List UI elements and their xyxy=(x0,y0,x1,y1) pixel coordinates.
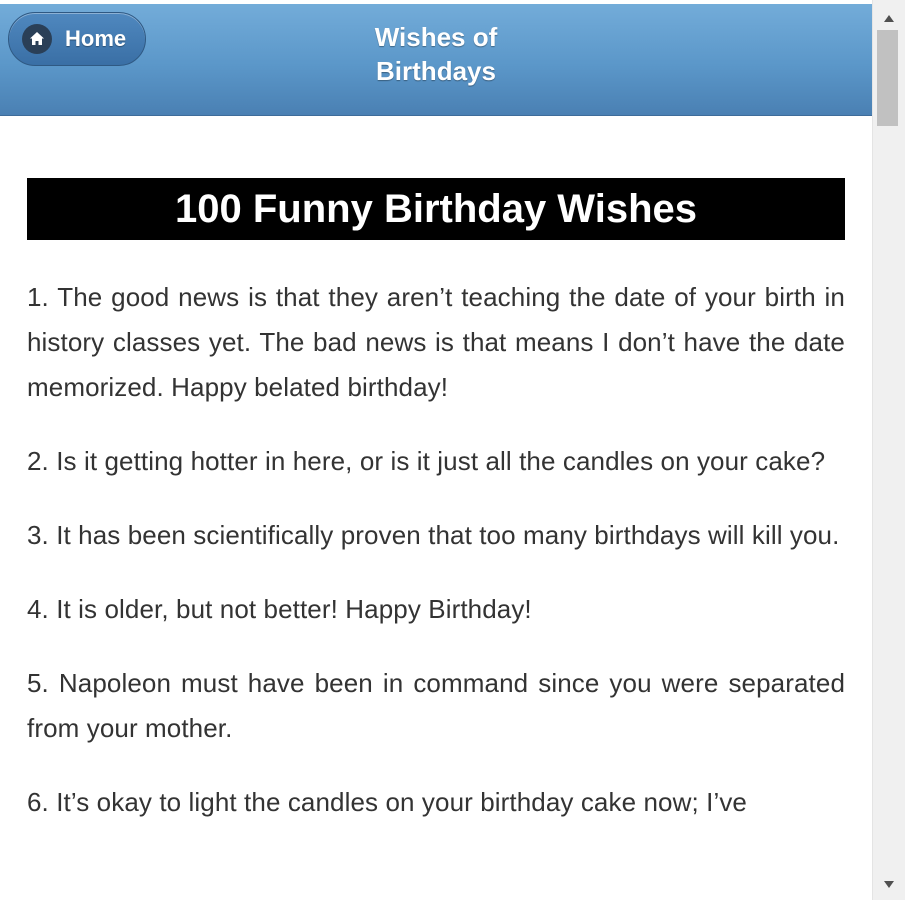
wish-item-2: 2. Is it getting hotter in here, or is i… xyxy=(27,446,826,476)
scroll-down-arrow-icon[interactable] xyxy=(873,872,905,896)
page-title: Wishes of Birthdays xyxy=(300,20,572,88)
wish-item-3: 3. It has been scientifically proven tha… xyxy=(27,520,840,550)
article-heading: 100 Funny Birthday Wishes xyxy=(27,178,845,240)
wish-item-4: 4. It is older, but not better! Happy Bi… xyxy=(27,594,532,624)
page-header: Home Wishes of Birthdays xyxy=(0,4,872,116)
page-title-line-2: Birthdays xyxy=(376,56,496,86)
page-title-line-1: Wishes of xyxy=(374,22,498,52)
scroll-up-arrow-icon[interactable] xyxy=(873,6,905,30)
home-icon xyxy=(22,24,52,54)
wish-item-6: 6. It’s okay to light the candles on you… xyxy=(27,787,747,817)
wish-item-1: 1. The good news is that they aren’t tea… xyxy=(27,282,845,402)
home-button-label: Home xyxy=(65,26,127,51)
article-content: 100 Funny Birthday Wishes 1. The good ne… xyxy=(27,178,845,825)
home-button[interactable]: Home xyxy=(8,12,146,66)
vertical-scrollbar[interactable] xyxy=(872,0,905,900)
page-viewport: Home Wishes of Birthdays 100 Funny Birth… xyxy=(0,0,872,900)
scrollbar-thumb[interactable] xyxy=(877,30,898,126)
wish-item-5: 5. Napoleon must have been in command si… xyxy=(27,668,845,743)
